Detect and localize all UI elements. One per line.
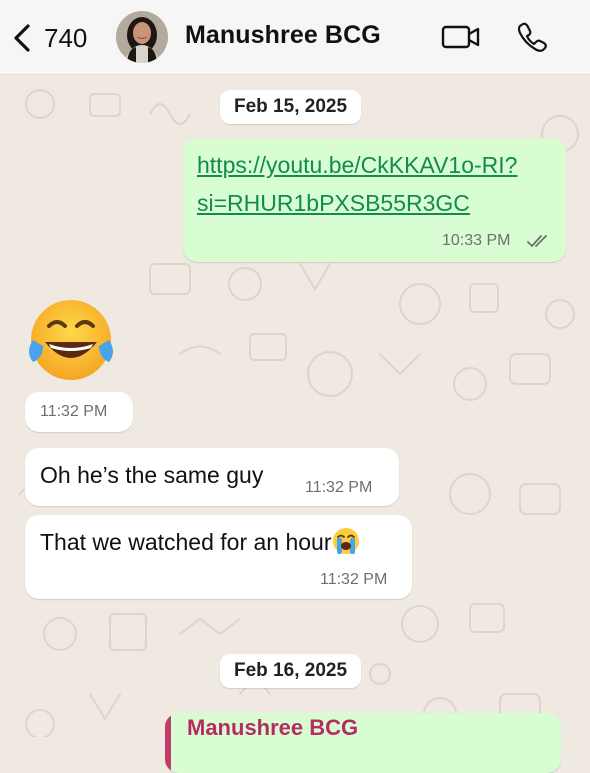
outgoing-link-message[interactable]: https://youtu.be/CkKKAV1o-RI? si=RHUR1bP… (183, 138, 566, 262)
message-time: 11:32 PM (305, 479, 373, 496)
date-separator: Feb 16, 2025 (220, 654, 362, 688)
chat-header: 740 Manushree BCG (0, 0, 590, 75)
phone-icon[interactable] (515, 20, 549, 54)
video-camera-icon[interactable] (440, 22, 482, 52)
date-separator: Feb 15, 2025 (220, 90, 362, 124)
link-line-2[interactable]: si=RHUR1bPXSB55R3GC (197, 184, 557, 222)
incoming-message[interactable]: That we watched for an hour 11:32 PM (25, 515, 412, 599)
message-text: That we watched for an hour (40, 527, 360, 556)
youtube-link[interactable]: https://youtu.be/CkKKAV1o-RI? si=RHUR1bP… (197, 146, 557, 222)
incoming-message[interactable]: Oh he’s the same guy 11:32 PM (25, 448, 399, 506)
face-with-tears-of-joy-icon[interactable] (25, 296, 117, 384)
message-time: 11:32 PM (320, 571, 388, 588)
avatar-photo (116, 11, 168, 63)
message-time: 11:32 PM (40, 403, 108, 420)
message-text: Oh he’s the same guy (40, 462, 264, 488)
avatar[interactable] (116, 11, 168, 63)
contact-name[interactable]: Manushree BCG (185, 21, 381, 50)
loudly-crying-face-icon (332, 528, 359, 554)
unread-count: 740 (44, 22, 88, 53)
message-time: 10:33 PM (442, 232, 511, 249)
quote-accent-bar (165, 713, 171, 773)
outgoing-reply-message[interactable]: Manushree BCG (165, 713, 561, 773)
chevron-left-icon (14, 24, 30, 52)
message-text-content: That we watched for an hour (40, 529, 332, 555)
quoted-sender-name: Manushree BCG (187, 715, 359, 740)
link-line-1[interactable]: https://youtu.be/CkKKAV1o-RI? (197, 146, 557, 184)
double-check-icon (527, 235, 547, 247)
emoji-message-time-bubble: 11:32 PM (25, 392, 133, 432)
back-button[interactable]: 740 (10, 18, 87, 58)
